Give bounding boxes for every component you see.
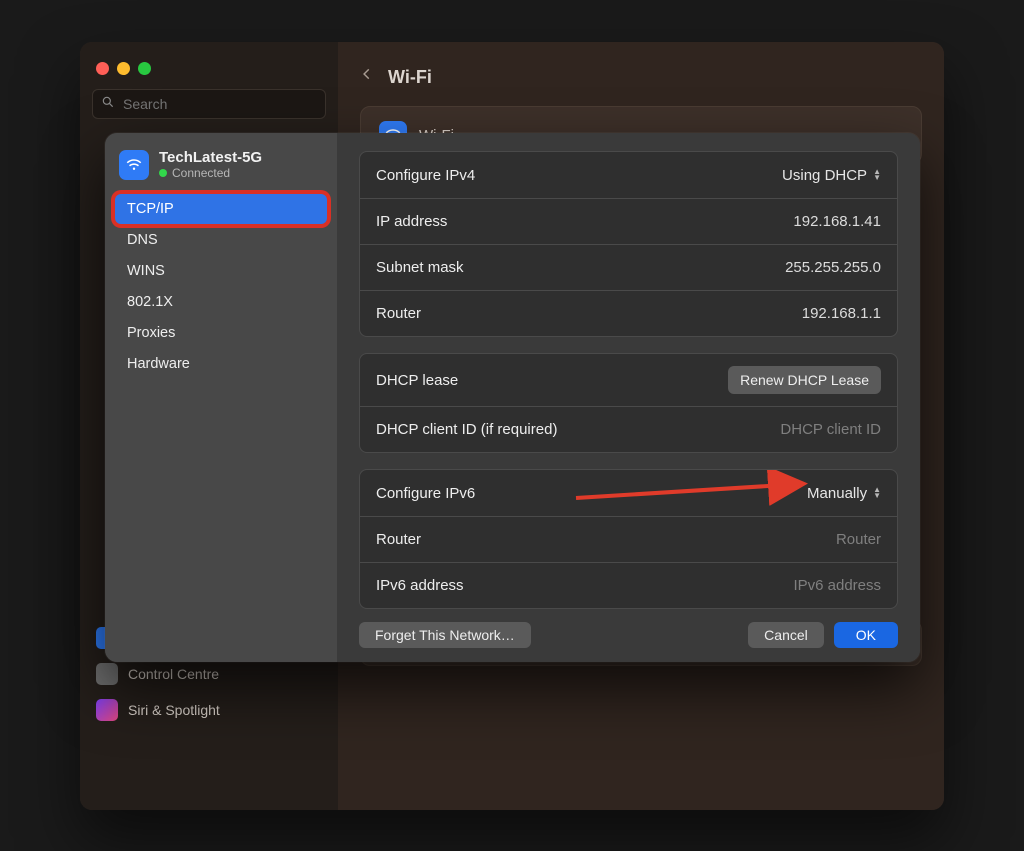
ipv6-group: Configure IPv6 Manually ▲▼ Router Router…	[359, 469, 898, 609]
ip-address-label: IP address	[376, 213, 447, 230]
tab-8021x[interactable]: 802.1X	[115, 287, 327, 317]
tab-dns[interactable]: DNS	[115, 225, 327, 255]
router-ipv4-label: Router	[376, 305, 421, 322]
configure-ipv6-label: Configure IPv6	[376, 485, 475, 502]
page-title: Wi-Fi	[388, 67, 432, 88]
network-header: TechLatest-5G Connected	[105, 149, 337, 194]
dhcp-group: DHCP lease Renew DHCP Lease DHCP client …	[359, 353, 898, 453]
sheet-sidebar: TechLatest-5G Connected TCP/IP DNS WINS …	[105, 133, 337, 662]
sheet-content: Configure IPv4 Using DHCP ▲▼ IP address …	[337, 133, 920, 662]
dhcp-lease-row: DHCP lease Renew DHCP Lease	[360, 354, 897, 406]
forget-network-button[interactable]: Forget This Network…	[359, 622, 531, 648]
router-ipv6-row: Router Router	[360, 516, 897, 562]
router-ipv4-row: Router 192.168.1.1	[360, 290, 897, 336]
configure-ipv4-row: Configure IPv4 Using DHCP ▲▼	[360, 152, 897, 198]
sidebar-item-label: Siri & Spotlight	[128, 702, 220, 718]
renew-dhcp-button[interactable]: Renew DHCP Lease	[728, 366, 881, 394]
sidebar-item-siri-spotlight[interactable]: Siri & Spotlight	[88, 693, 330, 727]
ipv6-address-label: IPv6 address	[376, 577, 464, 594]
minimize-icon[interactable]	[117, 62, 130, 75]
ipv4-group: Configure IPv4 Using DHCP ▲▼ IP address …	[359, 151, 898, 337]
ip-address-row: IP address 192.168.1.41	[360, 198, 897, 244]
tab-tcpip[interactable]: TCP/IP	[115, 194, 327, 224]
dhcp-client-id-row: DHCP client ID (if required) DHCP client…	[360, 406, 897, 452]
sidebar-item-label: Control Centre	[128, 666, 219, 682]
ipv6-address-row: IPv6 address IPv6 address	[360, 562, 897, 608]
chevron-updown-icon: ▲▼	[873, 487, 881, 499]
sidebar-item-control-centre[interactable]: Control Centre	[88, 657, 330, 691]
configure-ipv6-row: Configure IPv6 Manually ▲▼	[360, 470, 897, 516]
window-controls	[80, 52, 338, 89]
configure-ipv4-dropdown[interactable]: Using DHCP ▲▼	[782, 167, 881, 184]
router-ipv6-label: Router	[376, 531, 421, 548]
search-input[interactable]	[92, 89, 326, 119]
ip-address-value: 192.168.1.41	[793, 213, 881, 230]
zoom-icon[interactable]	[138, 62, 151, 75]
tab-proxies[interactable]: Proxies	[115, 318, 327, 348]
control-centre-icon	[96, 663, 118, 685]
configure-ipv6-dropdown[interactable]: Manually ▲▼	[807, 485, 881, 502]
router-ipv6-input[interactable]: Router	[836, 531, 881, 548]
search-field[interactable]	[92, 89, 326, 119]
network-status: Connected	[159, 166, 262, 180]
dhcp-client-id-label: DHCP client ID (if required)	[376, 421, 557, 438]
network-details-sheet: TechLatest-5G Connected TCP/IP DNS WINS …	[105, 133, 920, 662]
tab-wins[interactable]: WINS	[115, 256, 327, 286]
header: Wi-Fi	[360, 42, 922, 106]
router-ipv4-value: 192.168.1.1	[802, 305, 881, 322]
tab-hardware[interactable]: Hardware	[115, 349, 327, 379]
ipv6-address-input[interactable]: IPv6 address	[793, 577, 881, 594]
dhcp-lease-label: DHCP lease	[376, 372, 458, 389]
close-icon[interactable]	[96, 62, 109, 75]
settings-tabs: TCP/IP DNS WINS 802.1X Proxies Hardware	[105, 194, 337, 380]
sheet-footer: Forget This Network… Cancel OK	[359, 614, 898, 648]
subnet-mask-label: Subnet mask	[376, 259, 464, 276]
search-icon	[101, 95, 115, 113]
network-name: TechLatest-5G	[159, 149, 262, 166]
cancel-button[interactable]: Cancel	[748, 622, 824, 648]
siri-icon	[96, 699, 118, 721]
configure-ipv4-label: Configure IPv4	[376, 167, 475, 184]
dhcp-client-id-input[interactable]: DHCP client ID	[780, 421, 881, 438]
chevron-updown-icon: ▲▼	[873, 169, 881, 181]
back-icon[interactable]	[360, 64, 374, 90]
ok-button[interactable]: OK	[834, 622, 898, 648]
subnet-mask-value: 255.255.255.0	[785, 259, 881, 276]
subnet-mask-row: Subnet mask 255.255.255.0	[360, 244, 897, 290]
wifi-icon	[119, 150, 149, 180]
